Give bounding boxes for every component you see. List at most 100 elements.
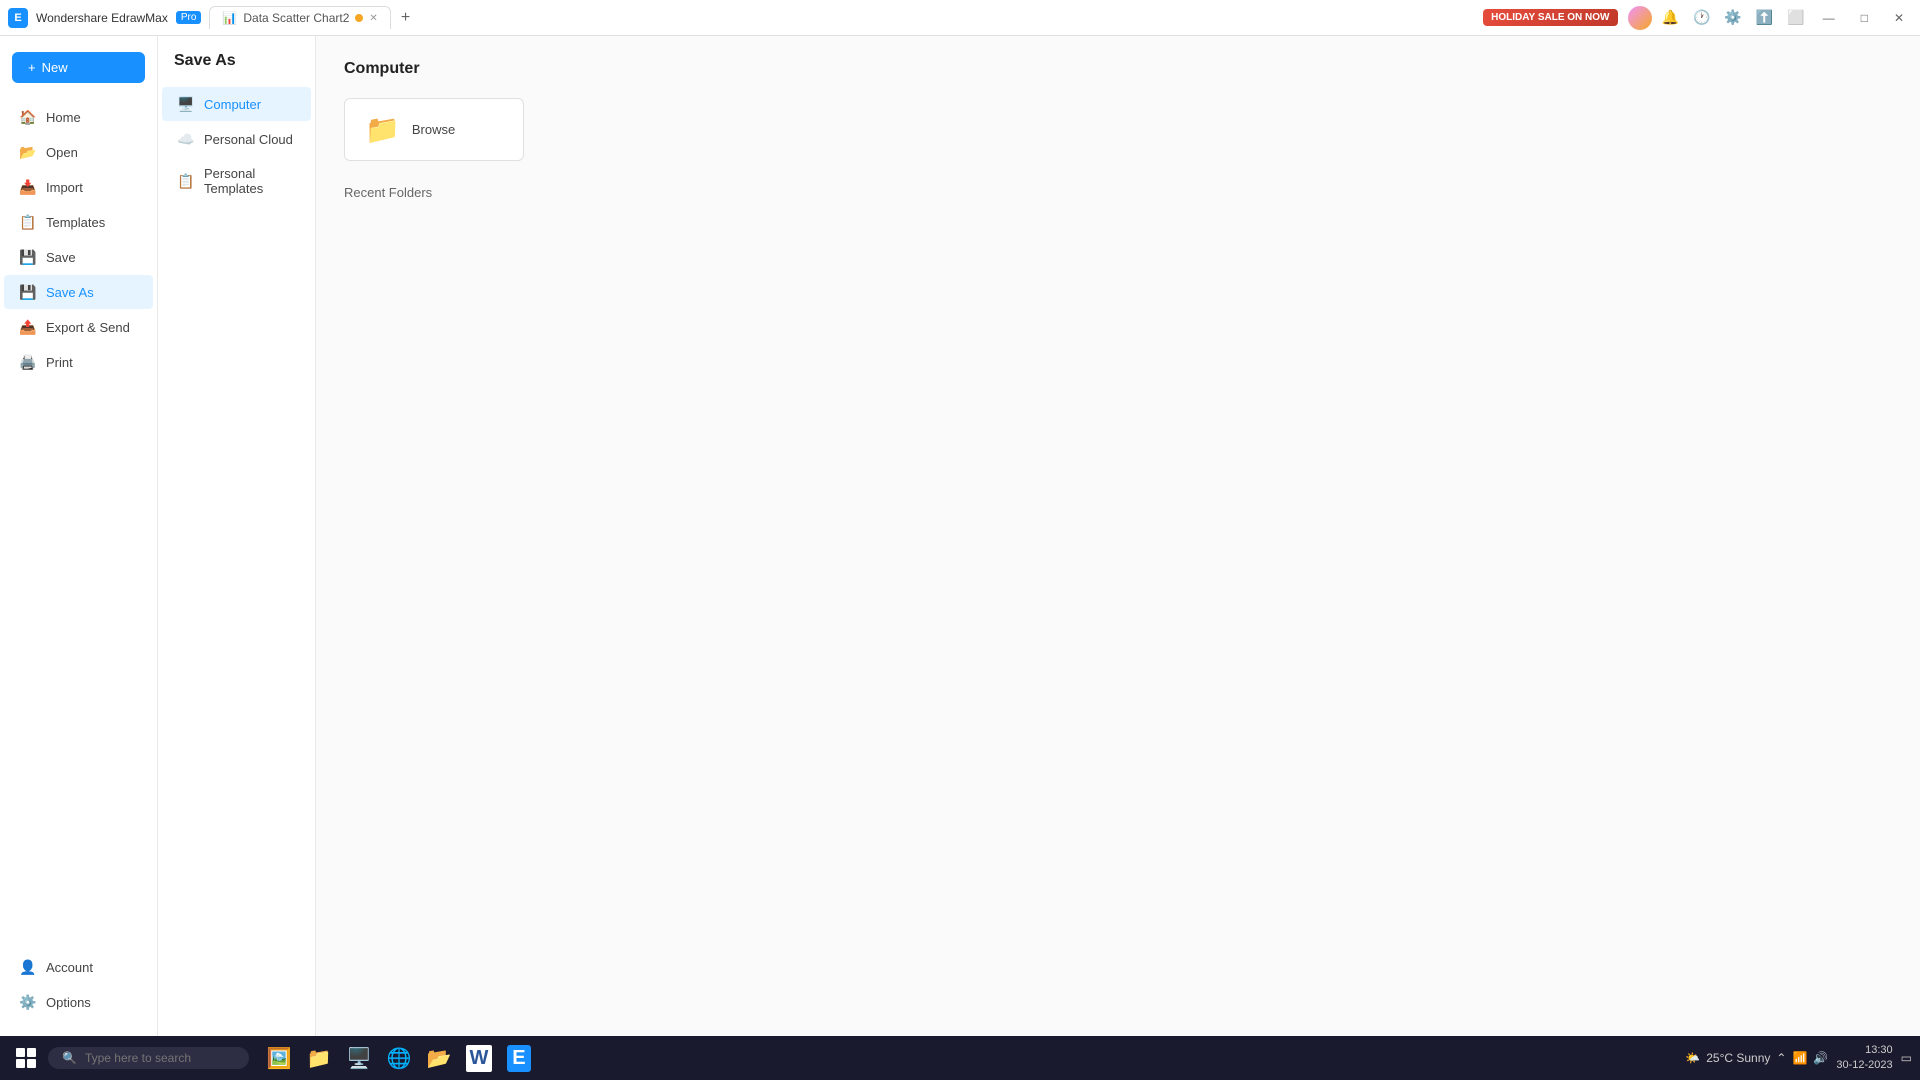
clock-icon[interactable]: 🕐 (1693, 9, 1710, 26)
saveas-panel-title: Save As (158, 52, 315, 86)
sidebar-save-label: Save (46, 250, 76, 265)
sidebar-nav: 🏠 Home 📂 Open 📥 Import 📋 Templates 💾 Sav… (0, 99, 157, 949)
holiday-sale-button[interactable]: HOLIDAY SALE ON NOW (1483, 9, 1617, 26)
sidebar-item-save[interactable]: 💾 Save (4, 240, 153, 274)
browse-card[interactable]: 📁 Browse (344, 98, 524, 161)
tab-icon: 📊 (222, 11, 237, 25)
sidebar-item-print[interactable]: 🖨️ Print (4, 345, 153, 379)
new-label: New (42, 60, 68, 75)
tab-data-scatter[interactable]: 📊 Data Scatter Chart2 ✕ (209, 6, 390, 29)
options-icon: ⚙️ (20, 994, 36, 1010)
export-icon: 📤 (20, 319, 36, 335)
open-icon: 📂 (20, 144, 36, 160)
app-logo: E (8, 8, 28, 28)
taskbar-right: 🌤️ 25°C Sunny ⌃ 📶 🔊 13:30 30-12-2023 ▭ (1685, 1043, 1912, 1074)
home-icon: 🏠 (20, 109, 36, 125)
save-icon: 💾 (20, 249, 36, 265)
sidebar-item-home[interactable]: 🏠 Home (4, 100, 153, 134)
taskbar-search-bar[interactable]: 🔍 (48, 1047, 249, 1069)
saveas-item-computer[interactable]: 🖥️ Computer (162, 87, 311, 121)
sidebar: + New 🏠 Home 📂 Open 📥 Import 📋 Templates… (0, 36, 158, 1036)
sidebar-item-options[interactable]: ⚙️ Options (4, 985, 153, 1019)
tab-modified-dot (355, 14, 363, 22)
clock-display: 13:30 (1836, 1043, 1892, 1058)
saveas-computer-label: Computer (204, 97, 261, 112)
explorer-icon: 📂 (427, 1046, 452, 1071)
templates-icon: 📋 (20, 214, 36, 230)
sidebar-item-save-as[interactable]: 💾 Save As (4, 275, 153, 309)
titlebar: E Wondershare EdrawMax Pro 📊 Data Scatte… (0, 0, 1920, 36)
taskbar-app-explorer[interactable]: 📂 (421, 1040, 457, 1076)
sidebar-item-export-send[interactable]: 📤 Export & Send (4, 310, 153, 344)
taskbar-app-word[interactable]: W (461, 1040, 497, 1076)
sidebar-account-label: Account (46, 960, 93, 975)
sidebar-export-label: Export & Send (46, 320, 130, 335)
expand-icon[interactable]: ⬜ (1787, 9, 1804, 26)
maximize-button[interactable]: □ (1853, 11, 1876, 25)
tray-volume-icon[interactable]: 🔊 (1813, 1051, 1828, 1065)
sidebar-saveas-label: Save As (46, 285, 94, 300)
taskbar-app-files[interactable]: 📁 (301, 1040, 337, 1076)
taskbar-app-photos[interactable]: 🖼️ (261, 1040, 297, 1076)
tray-network-icon: 📶 (1792, 1051, 1807, 1065)
taskbar-search-input[interactable] (85, 1051, 235, 1065)
saveas-item-personal-cloud[interactable]: ☁️ Personal Cloud (162, 122, 311, 156)
taskbar-app-edraw[interactable]: E (501, 1040, 537, 1076)
files-icon: 📁 (307, 1046, 332, 1071)
saveas-templates-label: Personal Templates (204, 166, 295, 196)
taskbar: 🔍 🖼️ 📁 🖥️ 🌐 📂 W E 🌤️ 25°C Sunny ⌃ (0, 1036, 1920, 1080)
content-area: Computer 📁 Browse Recent Folders (316, 36, 1920, 1036)
edge-icon: 🌐 (387, 1046, 412, 1071)
tray-arrow-up[interactable]: ⌃ (1776, 1051, 1786, 1065)
sidebar-options-label: Options (46, 995, 91, 1010)
taskbar-search-icon: 🔍 (62, 1051, 77, 1065)
show-desktop-button[interactable]: ▭ (1901, 1051, 1912, 1065)
folder-icon: 📁 (365, 113, 400, 146)
settings-icon[interactable]: ⚙️ (1724, 9, 1741, 26)
sidebar-item-account[interactable]: 👤 Account (4, 950, 153, 984)
plus-icon: + (28, 60, 36, 75)
content-title: Computer (344, 60, 1892, 78)
saveas-cloud-label: Personal Cloud (204, 132, 293, 147)
app-name: Wondershare EdrawMax (36, 11, 168, 25)
close-button[interactable]: ✕ (1886, 11, 1912, 25)
edraw-icon: E (507, 1045, 530, 1072)
start-square-3 (16, 1059, 25, 1068)
task-view-icon: 🖥️ (347, 1046, 372, 1071)
tab-bar: 📊 Data Scatter Chart2 ✕ + (209, 6, 416, 29)
upload-icon[interactable]: ⬆️ (1756, 9, 1773, 26)
notification-icon[interactable]: 🔔 (1662, 9, 1679, 26)
app-content: + New 🏠 Home 📂 Open 📥 Import 📋 Templates… (0, 36, 1920, 1036)
sidebar-item-open[interactable]: 📂 Open (4, 135, 153, 169)
new-button[interactable]: + New (12, 52, 145, 83)
tab-close-button[interactable]: ✕ (369, 13, 377, 24)
sidebar-import-label: Import (46, 180, 83, 195)
taskbar-app-edge[interactable]: 🌐 (381, 1040, 417, 1076)
main-panel: Save As 🖥️ Computer ☁️ Personal Cloud 📋 … (158, 36, 1920, 1036)
save-as-icon: 💾 (20, 284, 36, 300)
taskbar-app-task-view[interactable]: 🖥️ (341, 1040, 377, 1076)
system-tray: 🌤️ 25°C Sunny ⌃ 📶 🔊 (1685, 1051, 1828, 1065)
sidebar-print-label: Print (46, 355, 73, 370)
start-square-4 (27, 1059, 36, 1068)
computer-icon: 🖥️ (178, 96, 194, 112)
sidebar-item-import[interactable]: 📥 Import (4, 170, 153, 204)
photos-icon: 🖼️ (267, 1046, 292, 1071)
taskbar-apps: 🖼️ 📁 🖥️ 🌐 📂 W E (261, 1040, 537, 1076)
user-avatar[interactable] (1628, 6, 1652, 30)
recent-folders-label: Recent Folders (344, 185, 1892, 200)
tray-temp: 25°C Sunny (1706, 1051, 1770, 1065)
saveas-item-personal-templates[interactable]: 📋 Personal Templates (162, 157, 311, 205)
sidebar-item-templates[interactable]: 📋 Templates (4, 205, 153, 239)
windows-icon (16, 1048, 36, 1068)
tray-weather-icon: 🌤️ (1685, 1051, 1700, 1065)
start-square-1 (16, 1048, 25, 1057)
personal-templates-icon: 📋 (178, 173, 194, 189)
minimize-button[interactable]: — (1815, 11, 1843, 25)
sidebar-bottom: 👤 Account ⚙️ Options (0, 949, 157, 1028)
account-icon: 👤 (20, 959, 36, 975)
tab-add-button[interactable]: + (395, 9, 416, 27)
start-button[interactable] (8, 1040, 44, 1076)
taskbar-time[interactable]: 13:30 30-12-2023 (1836, 1043, 1892, 1074)
print-icon: 🖨️ (20, 354, 36, 370)
